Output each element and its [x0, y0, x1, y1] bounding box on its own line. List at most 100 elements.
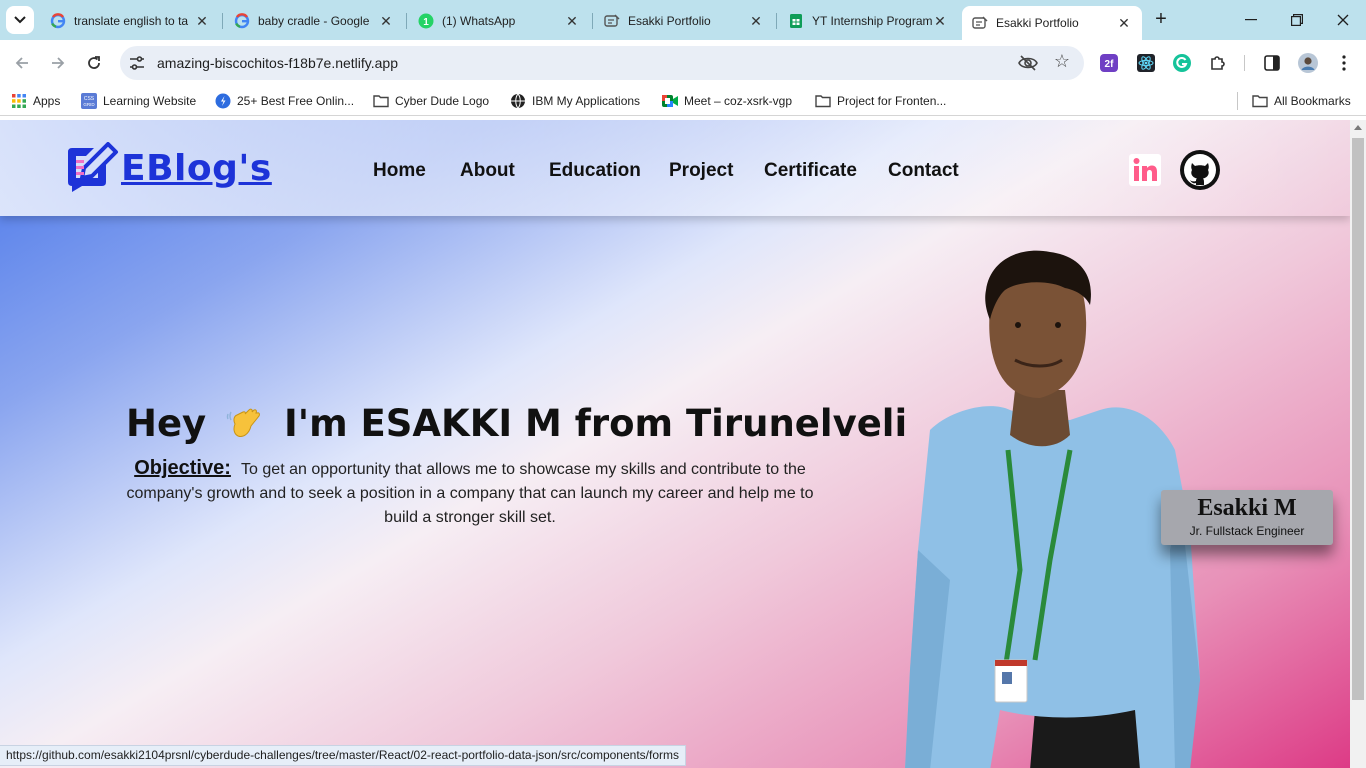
site-icon — [215, 93, 231, 109]
nav-home[interactable]: Home — [373, 160, 426, 182]
portfolio-favicon — [604, 13, 620, 29]
close-tab-icon[interactable]: ✕ — [194, 13, 210, 30]
css-grid-icon: CSS GRID — [81, 93, 97, 109]
tab-strip: translate english to ta ✕ baby cradle - … — [0, 0, 1366, 40]
tab-divider — [406, 13, 407, 29]
tab-esakki-portfolio-active[interactable]: Esakki Portfolio ✕ — [962, 6, 1142, 40]
apps-grid-icon — [11, 93, 27, 109]
restore-button[interactable] — [1274, 0, 1320, 40]
bookmark-label: Learning Website — [103, 94, 197, 108]
bookmark-project-for-frontend[interactable]: Project for Fronten... — [815, 92, 946, 110]
tab-title: baby cradle - Google — [258, 14, 370, 28]
close-window-button[interactable] — [1320, 0, 1366, 40]
hero-greeting: Hey — [126, 402, 207, 445]
tab-divider — [222, 13, 223, 29]
bookmark-cyber-dude-logo[interactable]: Cyber Dude Logo — [373, 92, 489, 110]
close-tab-icon[interactable]: ✕ — [1116, 15, 1132, 32]
svg-text:GRID: GRID — [83, 102, 95, 107]
waving-hand-icon — [226, 408, 260, 437]
github-icon[interactable] — [1180, 150, 1220, 190]
site-logo[interactable]: EBlog's — [62, 142, 272, 194]
close-tab-icon[interactable]: ✕ — [564, 13, 580, 30]
bookmark-label: All Bookmarks — [1274, 94, 1351, 108]
tab-baby-cradle[interactable]: baby cradle - Google ✕ — [224, 6, 404, 36]
folder-icon — [815, 93, 831, 109]
bookmark-label: Cyber Dude Logo — [395, 94, 490, 108]
bookmark-ibm-applications[interactable]: IBM My Applications — [510, 92, 640, 110]
minimize-icon — [1245, 19, 1257, 21]
bookmarks-bar: Apps CSS GRID Learning Website 25+ Best F… — [0, 86, 1366, 116]
bookmark-label: Meet – coz-xsrk-vgp — [684, 94, 793, 108]
new-tab-button[interactable]: + — [1150, 9, 1172, 31]
bookmark-best-free-online[interactable]: 25+ Best Free Onlin... — [215, 92, 354, 110]
nav-certificate[interactable]: Certificate — [764, 160, 857, 182]
close-tab-icon[interactable]: ✕ — [932, 13, 948, 30]
logo-text: EBlog's — [121, 147, 272, 189]
side-panel-icon[interactable] — [1262, 53, 1282, 73]
nav-project[interactable]: Project — [669, 160, 733, 182]
bookmark-label: Apps — [33, 94, 61, 108]
bookmarks-divider — [1237, 92, 1238, 110]
bookmark-meet[interactable]: Meet – coz-xsrk-vgp — [662, 92, 792, 110]
grammarly-icon[interactable] — [1172, 53, 1192, 73]
card-name: Esakki M — [1197, 495, 1297, 521]
tab-yt-internship[interactable]: YT Internship Program ✕ — [778, 6, 958, 36]
meet-icon — [662, 93, 678, 109]
extension-2fa-icon[interactable]: 2f — [1099, 53, 1119, 73]
profile-avatar[interactable] — [1298, 53, 1318, 73]
eye-off-icon[interactable] — [1018, 54, 1038, 72]
bookmark-all-bookmarks[interactable]: All Bookmarks — [1252, 92, 1351, 110]
close-tab-icon[interactable]: ✕ — [748, 13, 764, 30]
restore-icon — [1291, 14, 1303, 26]
tab-title: translate english to ta — [74, 14, 189, 28]
back-button[interactable] — [8, 49, 36, 77]
forward-button[interactable] — [44, 49, 72, 77]
name-card: Esakki M Jr. Fullstack Engineer — [1161, 490, 1333, 545]
svg-text:2f: 2f — [1105, 59, 1115, 70]
react-devtools-icon[interactable] — [1136, 53, 1156, 73]
menu-kebab-icon[interactable] — [1334, 53, 1354, 73]
bookmark-apps[interactable]: Apps — [11, 92, 60, 110]
extensions-puzzle-icon[interactable] — [1208, 53, 1228, 73]
tab-title: YT Internship Program — [812, 14, 932, 28]
chevron-down-icon — [14, 16, 26, 24]
bookmark-learning-website[interactable]: CSS GRID Learning Website — [81, 92, 196, 110]
tab-title: (1) WhatsApp — [442, 14, 516, 28]
bookmark-label: Project for Fronten... — [837, 94, 947, 108]
status-bar-url: https://github.com/esakki2104prsnl/cyber… — [0, 745, 686, 766]
minimize-button[interactable] — [1228, 0, 1274, 40]
hero-name-line: I'm ESAKKI M from Tirunelveli — [283, 402, 908, 445]
svg-text:1: 1 — [423, 17, 429, 28]
google-icon — [50, 13, 66, 29]
scroll-up-arrow-icon[interactable] — [1354, 125, 1362, 130]
url-text[interactable]: amazing-biscochitos-f18b7e.netlify.app — [157, 55, 398, 71]
nav-about[interactable]: About — [460, 160, 515, 182]
folder-icon — [1252, 93, 1268, 109]
tab-whatsapp[interactable]: 1 (1) WhatsApp ✕ — [408, 6, 590, 36]
page-scrollbar[interactable] — [1350, 120, 1366, 768]
bookmark-label: IBM My Applications — [532, 94, 641, 108]
bookmark-star-icon[interactable]: ☆ — [1054, 51, 1070, 72]
browser-toolbar: amazing-biscochitos-f18b7e.netlify.app ☆… — [0, 40, 1366, 86]
linkedin-icon[interactable] — [1125, 150, 1165, 190]
portfolio-page: EBlog's Home About Education Project Cer… — [0, 120, 1350, 768]
scrollbar-thumb[interactable] — [1352, 138, 1364, 700]
tab-divider — [592, 13, 593, 29]
reload-icon — [88, 56, 100, 69]
tab-translate[interactable]: translate english to ta ✕ — [40, 6, 220, 36]
tab-title: Esakki Portfolio — [996, 16, 1079, 30]
nav-education[interactable]: Education — [549, 160, 641, 182]
blog-logo-icon — [68, 142, 118, 192]
nav-contact[interactable]: Contact — [888, 160, 959, 182]
objective-paragraph: Objective: To get an opportunity that al… — [110, 456, 830, 530]
site-info-icon[interactable] — [128, 54, 146, 72]
reload-button[interactable] — [80, 49, 108, 77]
sheets-icon — [788, 13, 804, 29]
close-tab-icon[interactable]: ✕ — [378, 13, 394, 30]
address-bar[interactable]: amazing-biscochitos-f18b7e.netlify.app ☆ — [120, 46, 1084, 80]
objective-label: Objective: — [134, 457, 231, 479]
arrow-left-icon — [15, 57, 28, 69]
tab-esakki-portfolio[interactable]: Esakki Portfolio ✕ — [594, 6, 774, 36]
close-icon — [1337, 14, 1349, 26]
tab-search-button[interactable] — [6, 6, 34, 34]
